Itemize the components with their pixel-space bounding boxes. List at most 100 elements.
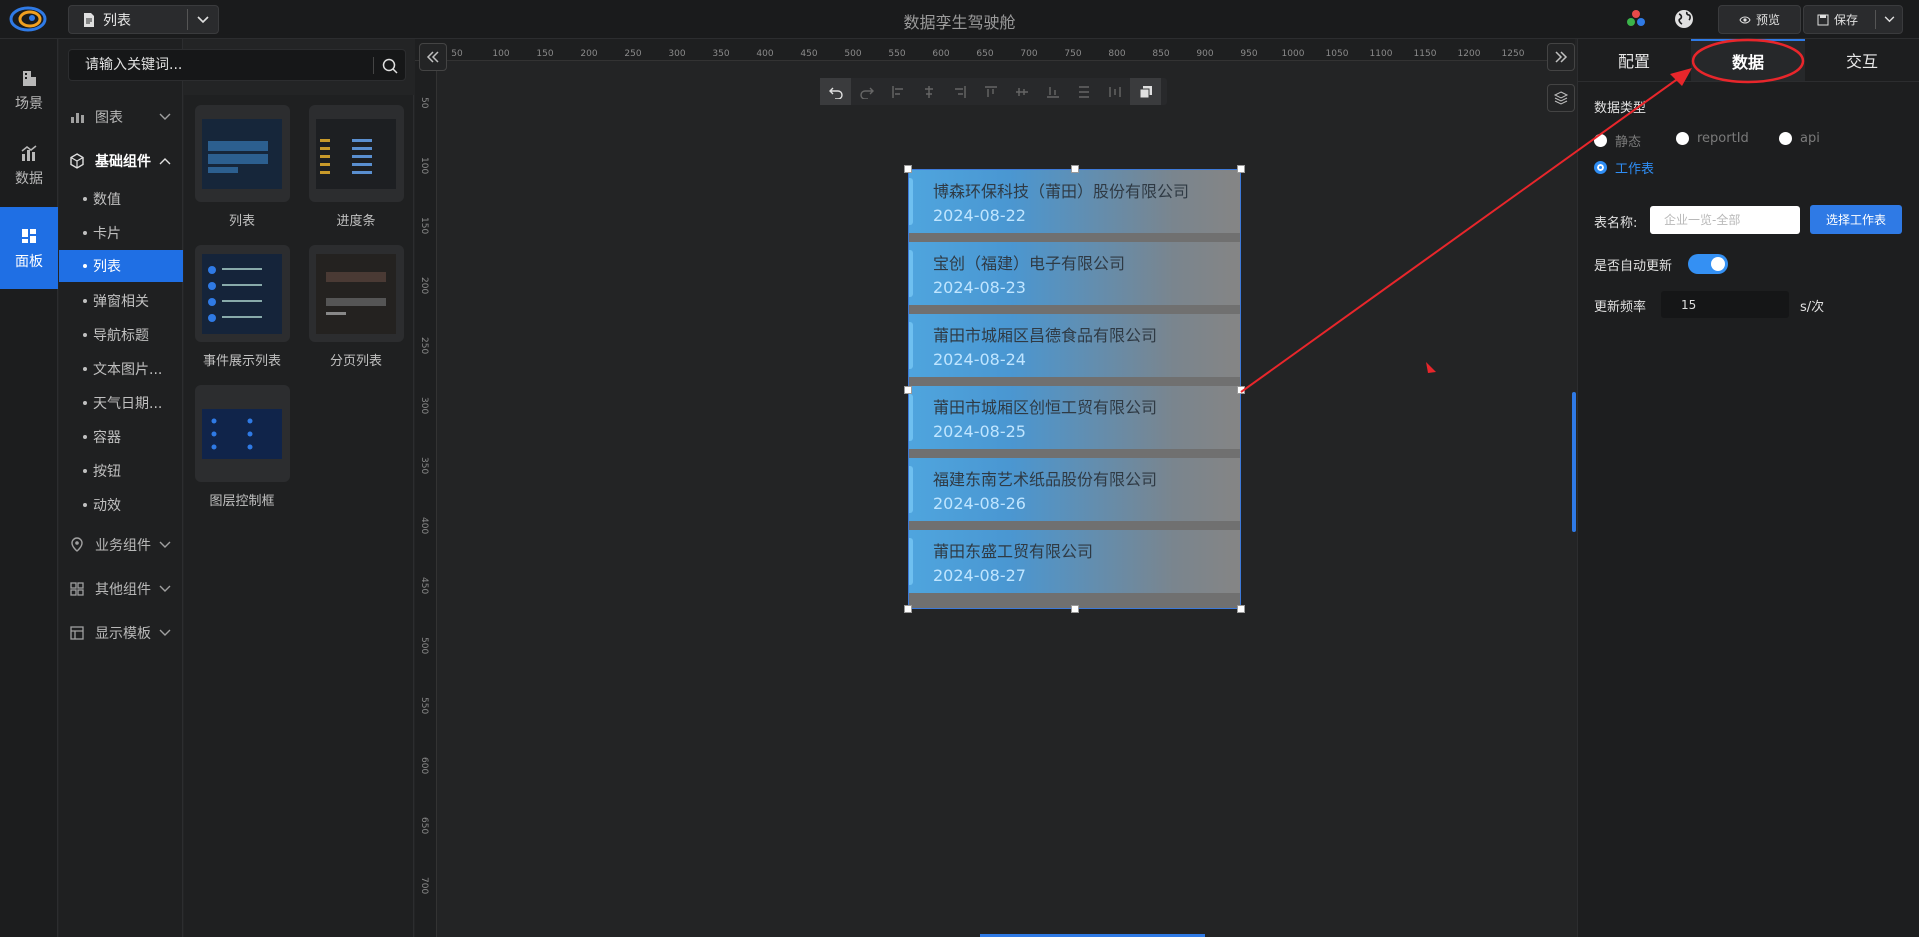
align-top-button[interactable] xyxy=(975,78,1006,105)
ruler-tick-label: 550 xyxy=(419,697,429,715)
theme-colors-icon[interactable] xyxy=(1625,8,1647,30)
component-list[interactable]: 列表 xyxy=(192,105,292,229)
align-middle-button[interactable] xyxy=(1006,78,1037,105)
ruler-tick-label: 550 xyxy=(888,49,906,59)
undo-button[interactable] xyxy=(820,78,851,105)
ruler-tick-label: 600 xyxy=(932,49,950,59)
list-widget[interactable]: 博森环保科技（莆田）股份有限公司 2024-08-22 宝创（福建）电子有限公司 2… xyxy=(908,169,1241,609)
resize-handle[interactable] xyxy=(1237,605,1245,613)
category-chart[interactable]: 图表 xyxy=(59,97,183,137)
search-icon[interactable] xyxy=(381,57,399,75)
sub-item[interactable]: 文本图片... xyxy=(59,353,183,385)
component-label: 图层控制框 xyxy=(209,494,275,509)
radio-reportid[interactable]: reportId xyxy=(1676,131,1749,146)
radio-static[interactable]: 静态 xyxy=(1594,131,1641,150)
sub-item-list[interactable]: 列表 xyxy=(59,250,183,282)
align-right-button[interactable] xyxy=(944,78,975,105)
sub-item[interactable]: 天气日期... xyxy=(59,387,183,419)
sub-item[interactable]: 数值 xyxy=(59,183,183,215)
nav-item-panel[interactable]: 面板 xyxy=(0,207,58,289)
nav-item-data[interactable]: 数据 xyxy=(0,124,58,206)
resize-handle[interactable] xyxy=(1237,386,1245,394)
save-button[interactable]: 保存 xyxy=(1803,5,1903,34)
tab-config[interactable]: 配置 xyxy=(1577,39,1691,81)
preview-button[interactable]: 预览 xyxy=(1718,5,1801,34)
ruler-tick-label: 100 xyxy=(419,157,429,175)
resize-handle[interactable] xyxy=(1071,165,1079,173)
component-thumbnail xyxy=(308,105,404,202)
radio-circle xyxy=(1594,161,1607,174)
ruler-tick-label: 1200 xyxy=(1457,49,1481,59)
chevron-down-icon[interactable] xyxy=(188,15,218,24)
resize-handle[interactable] xyxy=(1237,165,1245,173)
layers-icon xyxy=(1553,91,1569,105)
layers-button[interactable] xyxy=(1547,84,1575,112)
resize-handle[interactable] xyxy=(904,165,912,173)
component-paged-list[interactable]: 分页列表 xyxy=(306,245,406,369)
auto-update-toggle[interactable] xyxy=(1688,254,1728,274)
ruler-tick-label: 1150 xyxy=(1413,49,1437,59)
ruler-tick-label: 500 xyxy=(844,49,862,59)
chevron-down-icon[interactable] xyxy=(1876,16,1902,23)
nav-item-scene[interactable]: 场景 xyxy=(0,49,58,131)
select-worksheet-button[interactable]: 选择工作表 xyxy=(1810,205,1902,234)
bullet xyxy=(83,469,87,473)
tab-data[interactable]: 数据 xyxy=(1691,39,1805,81)
canvas-scrollbar-vertical[interactable] xyxy=(1572,392,1576,532)
resize-handle[interactable] xyxy=(904,386,912,394)
accent-bar xyxy=(909,394,913,441)
copy-button[interactable] xyxy=(1130,78,1161,105)
table-name-input[interactable] xyxy=(1650,206,1800,234)
component-thumbnail xyxy=(194,105,290,202)
radio-worksheet[interactable]: 工作表 xyxy=(1594,158,1654,177)
ruler-tick-label: 200 xyxy=(419,277,429,295)
list-item[interactable]: 莆田市城厢区昌德食品有限公司 2024-08-24 xyxy=(909,314,1240,377)
ruler-vertical: 50 100 150 200 250 300 350 400 450 500 550 600 650 70… xyxy=(415,61,437,937)
redo-icon xyxy=(859,87,874,99)
sub-item[interactable]: 按钮 xyxy=(59,455,183,487)
tab-interaction[interactable]: 交互 xyxy=(1805,39,1919,81)
view-select[interactable]: 列表 xyxy=(68,5,219,34)
list-item[interactable]: 宝创（福建）电子有限公司 2024-08-23 xyxy=(909,242,1240,305)
category-basic[interactable]: 基础组件 xyxy=(59,141,183,181)
component-label: 事件展示列表 xyxy=(202,354,281,369)
chevron-down-icon xyxy=(159,585,171,592)
align-middle-icon xyxy=(1015,87,1028,96)
align-center-button[interactable] xyxy=(913,78,944,105)
component-progress[interactable]: 进度条 xyxy=(306,105,406,229)
radio-api[interactable]: api xyxy=(1779,131,1820,146)
panel-tabs: 配置 数据 交互 xyxy=(1577,39,1919,82)
sub-item[interactable]: 容器 xyxy=(59,421,183,453)
category-template[interactable]: 显示模板 xyxy=(59,613,183,653)
component-thumbnail xyxy=(194,245,290,342)
collapse-right-button[interactable] xyxy=(1547,43,1575,71)
align-left-button[interactable] xyxy=(882,78,913,105)
sub-item[interactable]: 导航标题 xyxy=(59,319,183,351)
update-frequency-input[interactable] xyxy=(1661,291,1789,318)
sub-item[interactable]: 卡片 xyxy=(59,217,183,249)
collapse-left-button[interactable] xyxy=(419,43,447,71)
list-item[interactable]: 博森环保科技（莆田）股份有限公司 2024-08-22 xyxy=(909,170,1240,233)
list-item[interactable]: 福建东南艺术纸品股份有限公司 2024-08-26 xyxy=(909,458,1240,521)
align-bottom-button[interactable] xyxy=(1037,78,1068,105)
category-business[interactable]: 业务组件 xyxy=(59,525,183,565)
globe-icon[interactable] xyxy=(1673,8,1695,30)
component-layer-control[interactable]: 图层控制框 xyxy=(192,385,292,509)
sub-item[interactable]: 弹窗相关 xyxy=(59,285,183,317)
list-item[interactable]: 莆田市城厢区创恒工贸有限公司 2024-08-25 xyxy=(909,386,1240,449)
sub-item[interactable]: 动效 xyxy=(59,489,183,521)
distribute-horizontal-button[interactable] xyxy=(1099,78,1130,105)
search-input[interactable] xyxy=(69,50,365,80)
category-other[interactable]: 其他组件 xyxy=(59,569,183,609)
resize-handle[interactable] xyxy=(904,605,912,613)
sub-item-label: 按钮 xyxy=(93,464,121,480)
component-thumbnail xyxy=(308,245,404,342)
distribute-vertical-button[interactable] xyxy=(1068,78,1099,105)
list-item[interactable]: 莆田东盛工贸有限公司 2024-08-27 xyxy=(909,530,1240,593)
resize-handle[interactable] xyxy=(1071,605,1079,613)
redo-button[interactable] xyxy=(851,78,882,105)
component-event-list[interactable]: 事件展示列表 xyxy=(192,245,292,369)
category-label: 业务组件 xyxy=(95,538,151,554)
bullet xyxy=(83,401,87,405)
grid-icon xyxy=(22,228,36,243)
